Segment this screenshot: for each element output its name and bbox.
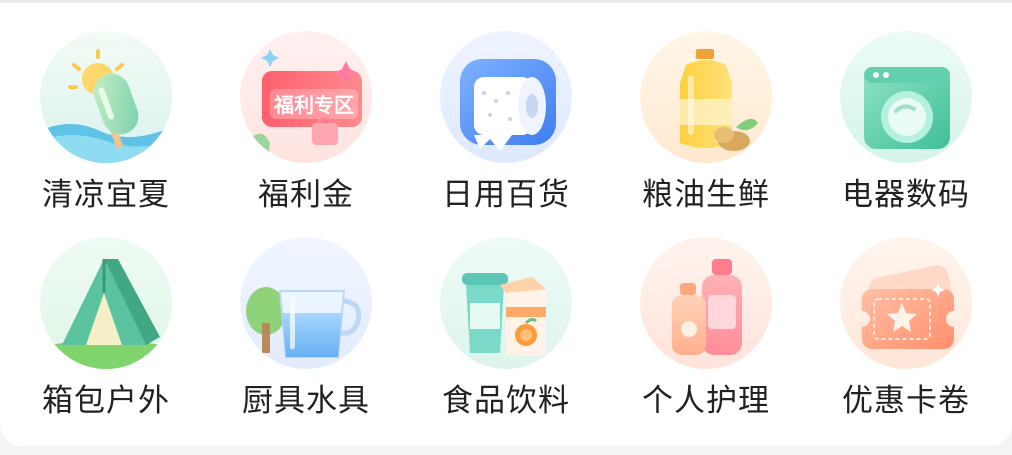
category-bags-outdoor[interactable]: 箱包户外	[6, 237, 206, 437]
category-grain-oil-fresh[interactable]: 粮油生鲜	[606, 31, 806, 237]
category-kitchenware[interactable]: 厨具水具	[206, 237, 406, 437]
coupon-card-icon	[840, 237, 972, 369]
water-cup-icon	[240, 237, 372, 369]
category-label: 箱包户外	[42, 383, 170, 419]
category-label: 厨具水具	[242, 383, 370, 419]
category-label: 电器数码	[842, 177, 970, 213]
category-coupons[interactable]: 优惠卡卷	[806, 237, 1006, 437]
category-card: 清凉宜夏 福利专区 福利金 日用百货 粮油生鲜 电器数码 箱包户外 厨具水具 食…	[0, 0, 1012, 446]
category-food-drinks[interactable]: 食品饮料	[406, 237, 606, 437]
cooking-oil-icon	[640, 31, 772, 163]
category-label: 食品饮料	[442, 383, 570, 419]
category-daily-goods[interactable]: 日用百货	[406, 31, 606, 237]
popsicle-icon	[40, 31, 172, 163]
welfare-zone-icon: 福利专区	[240, 31, 372, 163]
category-appliances-digital[interactable]: 电器数码	[806, 31, 1006, 237]
category-label: 福利金	[258, 177, 354, 213]
category-label: 日用百货	[442, 177, 570, 213]
lotion-bottles-icon	[640, 237, 772, 369]
category-welfare[interactable]: 福利专区 福利金	[206, 31, 406, 237]
tent-icon	[40, 237, 172, 369]
category-personal-care[interactable]: 个人护理	[606, 237, 806, 437]
category-label: 优惠卡卷	[842, 383, 970, 419]
welfare-badge-text: 福利专区	[273, 93, 354, 117]
category-grid: 清凉宜夏 福利专区 福利金 日用百货 粮油生鲜 电器数码 箱包户外 厨具水具 食…	[6, 31, 1006, 437]
category-label: 清凉宜夏	[42, 177, 170, 213]
category-summer-cool[interactable]: 清凉宜夏	[6, 31, 206, 237]
washing-machine-icon	[840, 31, 972, 163]
category-label: 粮油生鲜	[642, 177, 770, 213]
category-label: 个人护理	[642, 383, 770, 419]
drinks-icon	[440, 237, 572, 369]
toilet-paper-icon	[440, 31, 572, 163]
